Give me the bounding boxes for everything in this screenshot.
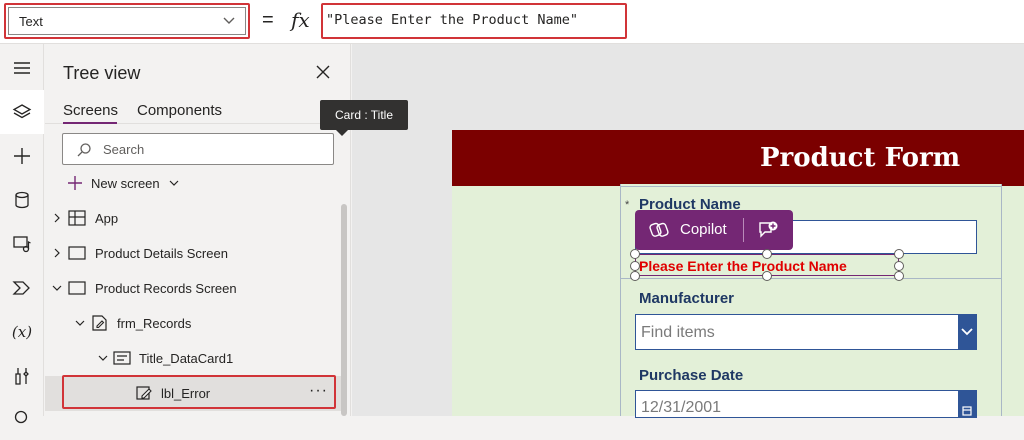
- chevron-down-icon: [98, 355, 108, 361]
- tree-item-product-details-screen[interactable]: Product Details Screen: [45, 236, 341, 271]
- resize-handle[interactable]: [762, 249, 772, 259]
- tree-view-title: Tree view: [63, 63, 141, 83]
- advanced-tools-icon: [15, 368, 29, 385]
- data-icon: [15, 191, 29, 209]
- copilot-icon: [649, 222, 669, 237]
- form-header: Product Form: [452, 130, 1024, 186]
- chevron-down-icon: [961, 328, 973, 336]
- power-automate-button[interactable]: [0, 266, 44, 310]
- chevron-right-icon: [54, 213, 60, 223]
- search-input[interactable]: Search: [62, 133, 334, 165]
- tree-item-label: Product Details Screen: [95, 246, 228, 261]
- formula-highlight-box: [321, 3, 627, 39]
- tooltip-text: Card : Title: [334, 108, 394, 122]
- search-rail-button[interactable]: [0, 396, 44, 440]
- search-placeholder: Search: [103, 142, 145, 157]
- resize-handle[interactable]: [630, 261, 640, 271]
- resize-handle[interactable]: [630, 271, 640, 281]
- insert-icon: [14, 148, 30, 164]
- manufacturer-combobox[interactable]: Find items: [635, 314, 977, 350]
- tree-item-title-datacard1[interactable]: Title_DataCard1: [45, 341, 341, 376]
- variables-button[interactable]: (x): [0, 310, 44, 354]
- tree-scrollbar[interactable]: [341, 204, 347, 416]
- resize-handle[interactable]: [894, 249, 904, 259]
- equals-sign: =: [262, 9, 274, 31]
- layers-icon: [12, 104, 32, 119]
- selected-row-highlight-box: [62, 375, 336, 409]
- purchase-date-picker[interactable]: 12/31/2001: [635, 390, 977, 418]
- manufacturer-placeholder: Find items: [641, 324, 715, 341]
- media-icon: [13, 236, 31, 253]
- manufacturer-label: Manufacturer: [639, 290, 735, 307]
- copilot-label: Copilot: [680, 221, 727, 238]
- tree-item-frm-records[interactable]: frm_Records: [45, 306, 341, 341]
- card-top-border: [620, 186, 1002, 187]
- resize-handle[interactable]: [762, 271, 772, 281]
- copilot-divider: [743, 218, 744, 242]
- tree-view-panel: Tree view Screens Components Search New …: [45, 44, 351, 416]
- chevron-down-icon: [75, 320, 85, 326]
- purchase-date-value: 12/31/2001: [641, 399, 722, 416]
- combobox-dropdown-button[interactable]: [958, 315, 976, 349]
- data-button[interactable]: [0, 178, 44, 222]
- tooltip-arrow: [336, 130, 348, 136]
- calendar-icon: [962, 406, 972, 416]
- media-button[interactable]: [0, 222, 44, 266]
- close-icon[interactable]: [314, 63, 332, 81]
- resize-handle[interactable]: [894, 261, 904, 271]
- plus-icon: [68, 176, 82, 190]
- chevron-down-icon: [169, 180, 179, 186]
- left-rail: (x): [0, 44, 44, 424]
- tree-item-app[interactable]: App: [45, 201, 341, 236]
- form-title: Product Form: [760, 143, 961, 173]
- screen-icon: [68, 246, 86, 260]
- card-icon: [113, 351, 131, 365]
- property-highlight-box: [4, 3, 250, 39]
- tree-item-label: App: [95, 211, 119, 226]
- search-rail-icon: [14, 410, 28, 424]
- purchase-date-label: Purchase Date: [639, 367, 744, 384]
- chat-add-icon[interactable]: [757, 219, 779, 241]
- advanced-tools-button[interactable]: [0, 354, 44, 398]
- fx-icon: fx: [291, 8, 310, 32]
- insert-button[interactable]: [0, 134, 44, 178]
- tree-item-label: Product Records Screen: [95, 281, 237, 296]
- resize-handle[interactable]: [894, 271, 904, 281]
- app-icon: [68, 210, 86, 226]
- new-screen-button[interactable]: New screen: [67, 175, 188, 191]
- menu-button[interactable]: [0, 46, 44, 90]
- calendar-button[interactable]: [958, 391, 976, 417]
- formula-bar: Text = fx "Please Enter the Product Name…: [0, 0, 1024, 44]
- new-screen-label: New screen: [91, 175, 160, 191]
- tree-item-label: Title_DataCard1: [139, 351, 234, 366]
- required-marker: *: [625, 199, 630, 211]
- search-icon: [77, 143, 91, 157]
- menu-icon: [14, 62, 30, 74]
- card-tooltip: Card : Title: [320, 100, 408, 130]
- tab-screens[interactable]: Screens: [63, 102, 118, 119]
- tree-view-button[interactable]: [0, 90, 44, 134]
- variables-icon: (x): [11, 323, 33, 341]
- card-separator: [620, 278, 1002, 279]
- tab-active-indicator: [63, 122, 117, 124]
- resize-handle[interactable]: [630, 249, 640, 259]
- copilot-toolbar[interactable]: Copilot: [635, 210, 793, 250]
- tree-item-product-records-screen[interactable]: Product Records Screen: [45, 271, 341, 306]
- screen-icon: [68, 281, 86, 295]
- chevron-right-icon: [54, 248, 60, 258]
- chevron-down-icon: [52, 285, 62, 291]
- tab-components[interactable]: Components: [137, 102, 222, 119]
- tree-item-label: frm_Records: [117, 316, 192, 331]
- power-automate-icon: [12, 281, 30, 295]
- form-icon: [92, 315, 107, 331]
